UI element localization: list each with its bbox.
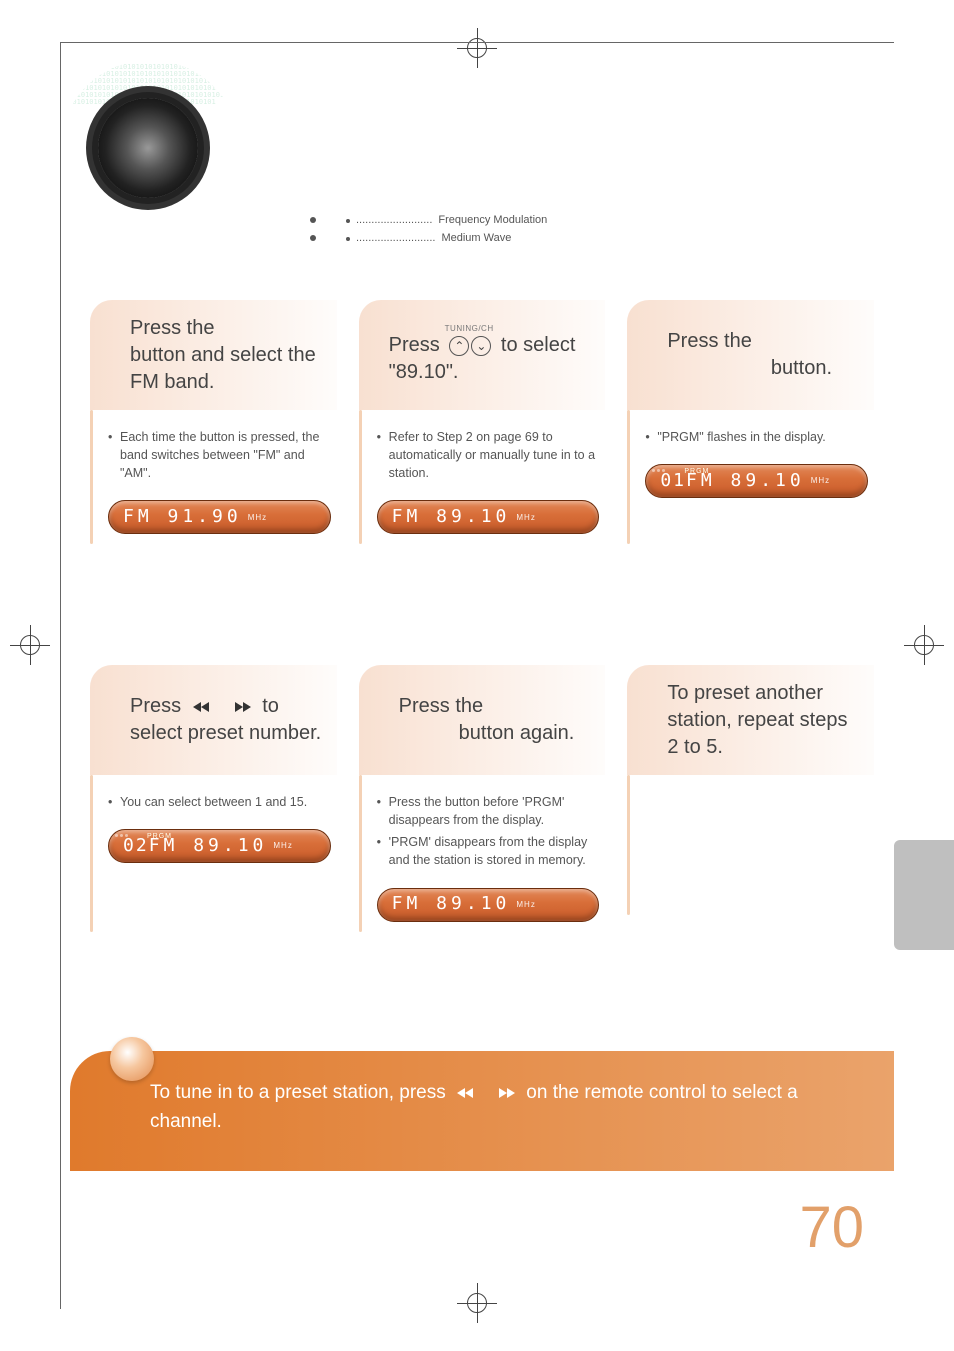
trim-line-top bbox=[60, 42, 894, 43]
lcd-display: FM 91.90 MHz bbox=[108, 500, 331, 534]
prgm-indicator: PRGM bbox=[147, 832, 172, 842]
definition-dashes: ......................... bbox=[356, 212, 432, 230]
prgm-indicator: PRGM bbox=[684, 467, 709, 477]
steps-row-1: Press the button and select the FM band.… bbox=[90, 300, 874, 534]
step-1: Press the button and select the FM band.… bbox=[90, 300, 337, 534]
step-note: You can select between 1 and 15. bbox=[108, 793, 331, 811]
definition-dashes: .......................... bbox=[356, 230, 435, 248]
speaker-illustration: 0101010101010101010101010101010101010101… bbox=[60, 60, 240, 240]
definition-term: Frequency Modulation bbox=[438, 212, 547, 230]
step-divider bbox=[627, 410, 630, 544]
step-note: Press the button before 'PRGM' disappear… bbox=[377, 793, 600, 829]
definitions-list: ......................... Frequency Modu… bbox=[310, 212, 547, 247]
step-4: Press to select preset number. You can s… bbox=[90, 665, 337, 922]
step-6: To preset another station, repeat steps … bbox=[627, 665, 874, 922]
step-note: Each time the button is pressed, the ban… bbox=[108, 428, 331, 482]
skip-prev-next-icon bbox=[189, 700, 255, 714]
step-heading: Press the button. bbox=[627, 300, 874, 410]
lcd-unit: MHz bbox=[248, 512, 267, 524]
footer-text-a: To tune in to a preset station, press bbox=[150, 1082, 451, 1103]
lcd-text: FM 89.10 bbox=[392, 891, 511, 917]
step-heading: Press the button again. bbox=[359, 665, 606, 775]
step-text: button. bbox=[771, 357, 832, 379]
skip-prev-next-icon bbox=[453, 1086, 519, 1100]
step-text: Press bbox=[130, 695, 187, 717]
page-content: 0101010101010101010101010101010101010101… bbox=[70, 60, 894, 1291]
side-tab bbox=[894, 840, 954, 950]
step-2: TUNING/CH Press ⌃⌄ to select "89.10". Re… bbox=[359, 300, 606, 534]
definition-row: ......................... Frequency Modu… bbox=[310, 212, 547, 230]
lcd-display: PRGM 02 FM 89.10 MHz bbox=[108, 829, 331, 863]
step-note: 'PRGM' disappears from the display and t… bbox=[377, 833, 600, 869]
definition-row: .......................... Medium Wave bbox=[310, 230, 547, 248]
footer-text: To tune in to a preset station, press on… bbox=[150, 1079, 854, 1136]
step-body: Refer to Step 2 on page 69 to automatica… bbox=[359, 410, 606, 534]
step-text: Press the bbox=[667, 330, 751, 352]
step-text: Press bbox=[389, 334, 446, 356]
lcd-text: FM 89.10 bbox=[392, 504, 511, 530]
crop-mark-right bbox=[904, 625, 944, 665]
step-note: Refer to Step 2 on page 69 to automatica… bbox=[377, 428, 600, 482]
step-text: Press the bbox=[130, 317, 214, 339]
step-heading: TUNING/CH Press ⌃⌄ to select "89.10". bbox=[359, 300, 606, 410]
step-heading: To preset another station, repeat steps … bbox=[627, 665, 874, 775]
footer-tip: To tune in to a preset station, press on… bbox=[70, 1051, 894, 1171]
step-note: "PRGM" flashes in the display. bbox=[645, 428, 868, 446]
step-text: Press the bbox=[399, 695, 483, 717]
footer-ornament-circle bbox=[110, 1037, 154, 1081]
page-number: 70 bbox=[799, 1194, 864, 1261]
definition-term: Medium Wave bbox=[441, 230, 511, 248]
step-divider bbox=[627, 775, 630, 915]
step-divider bbox=[90, 410, 93, 544]
tuning-up-down-icon: ⌃⌄ bbox=[449, 336, 491, 356]
step-body: Each time the button is pressed, the ban… bbox=[90, 410, 337, 534]
step-divider bbox=[359, 410, 362, 544]
step-body: "PRGM" flashes in the display. PRGM 01 F… bbox=[627, 410, 874, 498]
step-text: button and select the FM band. bbox=[130, 344, 316, 393]
lcd-display: PRGM 01 FM 89.10 MHz bbox=[645, 464, 868, 498]
lcd-display: FM 89.10 MHz bbox=[377, 888, 600, 922]
lcd-unit: MHz bbox=[273, 840, 292, 852]
step-divider bbox=[90, 775, 93, 932]
step-heading: Press to select preset number. bbox=[90, 665, 337, 775]
lcd-unit: MHz bbox=[516, 899, 535, 911]
step-body: Press the button before 'PRGM' disappear… bbox=[359, 775, 606, 922]
lcd-text: FM 91.90 bbox=[123, 504, 242, 530]
crop-mark-left bbox=[10, 625, 50, 665]
steps-row-2: Press to select preset number. You can s… bbox=[90, 665, 874, 922]
step-divider bbox=[359, 775, 362, 932]
step-heading: Press the button and select the FM band. bbox=[90, 300, 337, 410]
lcd-unit: MHz bbox=[811, 475, 830, 487]
step-text: To preset another station, repeat steps … bbox=[667, 682, 847, 758]
step-5: Press the button again. Press the button… bbox=[359, 665, 606, 922]
step-body: You can select between 1 and 15. PRGM 02… bbox=[90, 775, 337, 863]
step-text: button again. bbox=[459, 722, 575, 744]
lcd-display: FM 89.10 MHz bbox=[377, 500, 600, 534]
step-3: Press the button. "PRGM" flashes in the … bbox=[627, 300, 874, 534]
lcd-unit: MHz bbox=[516, 512, 535, 524]
